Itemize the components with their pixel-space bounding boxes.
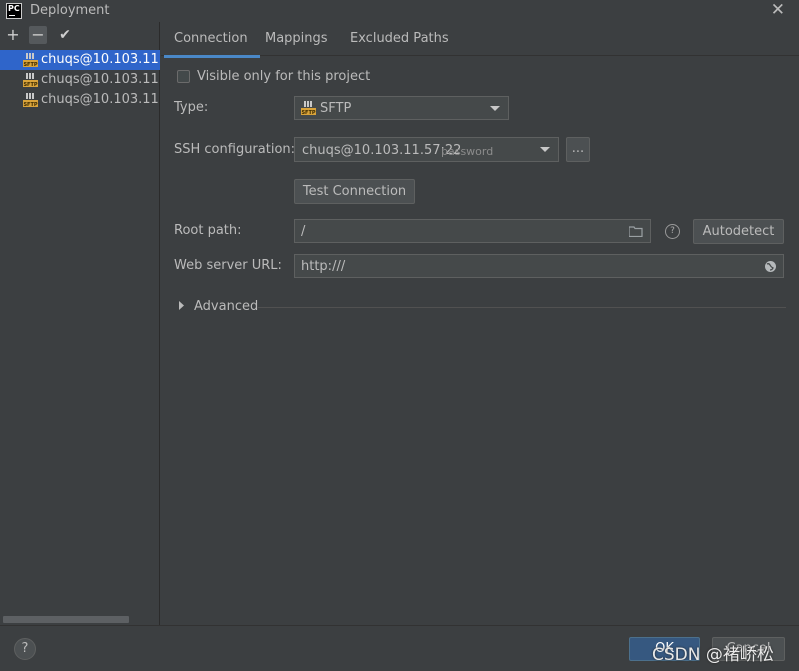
watermark: CSDN @褚峤松 [652,645,774,665]
ssh-config-select[interactable]: chuqs@10.103.11.57:22 password [294,137,559,162]
window-title: Deployment [30,3,110,18]
sftp-icon: SFTP [23,93,38,107]
server-name: chuqs@10.103.11.57 [41,72,160,87]
visible-only-label: Visible only for this project [197,69,371,84]
ssh-config-label: SSH configuration: [174,142,296,157]
chevron-down-icon [540,147,550,152]
add-server-button[interactable]: + [4,26,22,44]
server-list-item[interactable]: SFTP chuqs@10.103.11.57 [0,90,160,110]
pycharm-logo-icon: PC [6,3,22,19]
close-icon[interactable]: ✕ [771,0,785,20]
chevron-down-icon [490,106,500,111]
server-name: chuqs@10.103.11.57 [41,92,160,107]
server-name: chuqs@10.103.11.57 [41,52,160,67]
autodetect-button[interactable]: Autodetect [693,219,784,244]
ssh-auth-type: password [441,145,494,158]
web-url-label: Web server URL: [174,258,282,273]
tab-excluded-paths[interactable]: Excluded Paths [350,31,449,46]
type-select[interactable]: SFTP SFTP [294,96,509,120]
globe-icon[interactable] [764,260,777,273]
title-bar: PC Deployment ✕ [0,0,799,22]
sftp-icon: SFTP [23,73,38,87]
advanced-label[interactable]: Advanced [194,299,258,314]
sftp-icon: SFTP [301,101,316,115]
chevron-right-icon[interactable] [178,301,186,310]
ssh-config-value: chuqs@10.103.11.57:22 [302,143,462,158]
server-list-item[interactable]: SFTP chuqs@10.103.11.57 [0,50,160,70]
test-connection-button[interactable]: Test Connection [294,179,415,204]
svg-text:SFTP: SFTP [23,62,37,67]
tab-connection[interactable]: Connection [164,31,260,58]
help-button[interactable]: ? [14,638,36,660]
horizontal-scrollbar[interactable] [3,616,129,623]
advanced-separator [258,307,786,308]
visible-only-checkbox[interactable] [177,70,190,83]
remove-server-button[interactable]: − [29,26,47,44]
server-list-panel: + − ✔ SFTP chuqs@10.103.11.57 SFTP chuqs… [0,22,160,625]
server-list: SFTP chuqs@10.103.11.57 SFTP chuqs@10.10… [0,50,160,110]
web-url-field[interactable]: http:/// [294,254,784,278]
ssh-config-more-button[interactable]: ... [566,137,590,162]
svg-text:SFTP: SFTP [23,102,37,107]
root-path-value: / [301,224,306,239]
svg-text:SFTP: SFTP [23,82,37,87]
server-list-item[interactable]: SFTP chuqs@10.103.11.57 [0,70,160,90]
root-path-field[interactable]: / [294,219,651,243]
root-path-label: Root path: [174,223,242,238]
folder-icon[interactable] [629,226,643,237]
svg-text:SFTP: SFTP [301,110,315,115]
server-toolbar: + − ✔ [0,22,160,48]
web-url-value: http:/// [301,259,346,274]
sftp-icon: SFTP [23,53,38,67]
set-default-check-icon[interactable]: ✔ [56,26,74,44]
type-label: Type: [174,100,209,115]
type-value: SFTP [320,101,352,116]
tab-mappings[interactable]: Mappings [265,31,328,46]
tab-bar: Connection Mappings Excluded Paths [161,22,799,58]
help-icon[interactable]: ? [665,224,680,239]
